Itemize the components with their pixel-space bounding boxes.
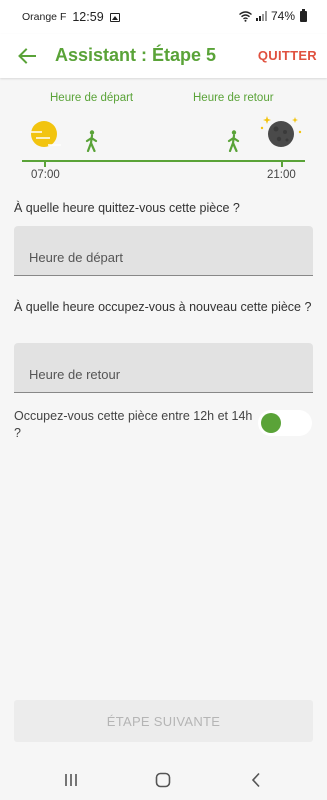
departure-time-label: Heure de départ xyxy=(50,92,134,104)
timeline-axis xyxy=(22,160,305,162)
departure-question: À quelle heure quittez-vous cette pièce … xyxy=(14,201,240,215)
back-icon xyxy=(251,772,260,788)
battery-icon xyxy=(300,8,307,22)
back-button[interactable] xyxy=(12,41,42,71)
sun-icon xyxy=(31,121,61,147)
quit-button[interactable]: QUITTER xyxy=(258,48,317,63)
midday-question: Occupez-vous cette pièce entre 12h et 14… xyxy=(14,409,253,440)
timeline-tick-end xyxy=(281,162,283,167)
timeline-start-time: 07:00 xyxy=(31,169,60,181)
status-right: 74% xyxy=(239,8,307,23)
timeline-tick-start xyxy=(44,162,46,167)
status-bar: Orange F 12:59 74% xyxy=(0,0,327,34)
midday-toggle[interactable] xyxy=(258,410,312,436)
signal-icon xyxy=(255,11,267,21)
status-time: 12:59 xyxy=(72,10,104,24)
walking-person-icon xyxy=(85,130,98,152)
system-nav-bar xyxy=(0,760,327,800)
departure-time-placeholder: Heure de départ xyxy=(29,250,123,265)
gallery-icon xyxy=(109,12,120,22)
moon-icon xyxy=(260,116,302,147)
page-title: Assistant : Étape 5 xyxy=(55,45,217,65)
system-back-button[interactable] xyxy=(241,768,271,792)
home-button[interactable] xyxy=(148,768,178,792)
home-icon xyxy=(155,772,171,788)
departure-time-field[interactable]: Heure de départ xyxy=(14,226,313,276)
app-bar: Assistant : Étape 5 QUITTER xyxy=(0,34,327,78)
timeline-end-time: 21:00 xyxy=(267,169,296,181)
battery-level: 74% xyxy=(270,9,295,23)
toggle-knob xyxy=(261,413,281,433)
carrier-name: Orange F xyxy=(22,11,67,23)
return-time-label: Heure de retour xyxy=(193,92,274,104)
walking-person-icon xyxy=(227,130,240,152)
return-time-field[interactable]: Heure de retour xyxy=(14,343,313,393)
next-step-button[interactable]: ÉTAPE SUIVANTE xyxy=(14,700,313,742)
schedule-timeline: Heure de départ Heure de retour 07:00 21… xyxy=(0,78,327,188)
return-question: À quelle heure occupez-vous à nouveau ce… xyxy=(14,300,312,314)
status-left: Orange F 12:59 xyxy=(22,10,120,24)
return-time-placeholder: Heure de retour xyxy=(29,367,121,382)
wifi-icon xyxy=(239,10,252,22)
recent-apps-icon xyxy=(65,774,77,786)
recent-apps-button[interactable] xyxy=(56,768,86,792)
arrow-left-icon xyxy=(18,48,36,64)
